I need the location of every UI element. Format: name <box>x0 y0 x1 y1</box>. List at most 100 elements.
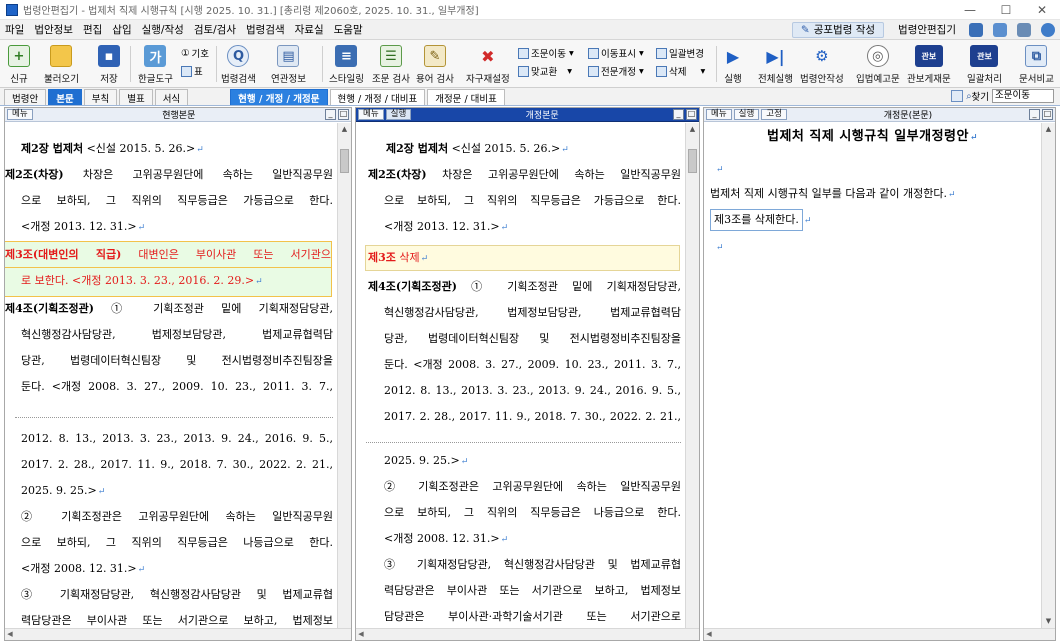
minimize-pane-icon[interactable]: _ <box>673 109 684 120</box>
current-pane-vscroll[interactable]: ▲ <box>337 123 351 628</box>
text-line: 법제처 직제 시행규칙 일부를 다음과 같이 개정한다.↵ <box>710 187 956 200</box>
menu-edit[interactable]: 편집 <box>78 22 107 37</box>
tab-form[interactable]: 서식 <box>154 89 189 105</box>
save-button[interactable]: ▪ 저장 <box>98 45 120 85</box>
user-icon[interactable] <box>993 22 1007 37</box>
revised-pane-vscroll[interactable]: ▲ <box>685 123 699 628</box>
gear-icon[interactable] <box>1017 22 1031 37</box>
selected-text[interactable]: 제3조를 삭제한다. <box>710 209 803 231</box>
revised-pane-hscroll[interactable]: ◀ <box>356 628 699 640</box>
revised-text-body[interactable]: 제2장 법제처 <신설 2015. 5. 26.>↵ 제2조(차장) 차장은 고… <box>356 123 685 628</box>
styling-button[interactable]: ≡ 스타일링 <box>329 45 364 85</box>
run-all-button[interactable]: ▶| 전체실행 <box>758 45 793 86</box>
minimize-pane-icon[interactable]: _ <box>325 109 336 120</box>
scroll-thumb[interactable] <box>688 149 697 173</box>
revised-pane-menu-button[interactable]: 메뉴 <box>358 109 384 120</box>
tab-compare-table[interactable]: 현행 / 개정 / 대비표 <box>329 89 426 105</box>
current-text-body[interactable]: 제2장 법제처 <신설 2015. 5. 26.>↵ 제2조(차장) 차장은 고… <box>5 123 337 628</box>
play-all-icon: ▶| <box>766 46 785 66</box>
swap-icon <box>518 65 529 77</box>
scroll-up-icon[interactable]: ▲ <box>1042 123 1055 136</box>
gazette-button[interactable]: 관보 관보게재문 <box>907 45 951 85</box>
draft-button[interactable]: ⚙ 법령안작성 <box>800 45 844 85</box>
changed-line: 제3조(대변인의 직급) 대변인은 부이사관 또는 서기관으 <box>5 241 332 269</box>
info-icon[interactable] <box>1041 22 1055 37</box>
current-pane-header: 메뉴 현행본문 _ □ <box>5 108 351 122</box>
law-search-button[interactable]: Q 법령검색 <box>221 45 256 85</box>
find-input[interactable]: 조문이동 <box>992 89 1054 103</box>
maximize-button[interactable]: ☐ <box>988 0 1024 20</box>
article-move-button[interactable]: 조문이동 ▾ <box>518 46 574 60</box>
current-text-pane: 메뉴 현행본문 _ □ 제2장 법제처 <신설 2015. 5. 26.>↵ 제… <box>4 107 352 641</box>
dropdown-arrow-icon: ▾ <box>568 47 574 59</box>
window-title: 법령안편집기 - 법제처 직제 시행규칙 [시행 2025. 10. 31.] … <box>23 6 479 17</box>
menu-insert[interactable]: 삽입 <box>107 22 136 37</box>
swap-button[interactable]: 맞교환 ▾ <box>518 64 572 78</box>
tab-compare-revision[interactable]: 현행 / 개정 / 개정문 <box>230 89 328 105</box>
revision-pane-run-button[interactable]: 실행 <box>733 109 760 120</box>
new-button[interactable]: + 신규 <box>8 45 30 85</box>
bulk-change-button[interactable]: 일괄변경 <box>656 46 704 60</box>
menu-help[interactable]: 도움말 <box>329 22 368 37</box>
tab-revision-table[interactable]: 개정문 / 대비표 <box>427 89 505 105</box>
restore-pane-icon[interactable]: □ <box>686 109 697 120</box>
move-mark-button[interactable]: 이동표시 ▾ <box>588 46 644 60</box>
scroll-down-icon[interactable]: ▼ <box>1042 615 1055 628</box>
related-info-button[interactable]: ▤ 연관정보 <box>271 45 306 85</box>
menu-review[interactable]: 검토/검사 <box>189 22 241 37</box>
dropdown-arrow-icon: ▾ <box>638 47 644 59</box>
menu-library[interactable]: 자료실 <box>290 22 329 37</box>
scroll-up-icon[interactable]: ▲ <box>686 123 699 136</box>
revision-pane-vscroll[interactable]: ▲ ▼ <box>1041 123 1055 628</box>
close-button[interactable]: ✕ <box>1024 0 1060 20</box>
hangul-tool-button[interactable]: 가 한글도구 <box>138 45 173 85</box>
full-revision-button[interactable]: 전문개정 ▾ <box>588 64 644 78</box>
revision-pane-fix-button[interactable]: 고정 <box>761 109 787 120</box>
tab-appendix[interactable]: 별표 <box>119 89 153 105</box>
menu-run[interactable]: 실행/작성 <box>137 22 189 37</box>
related-info-icon: ▤ <box>277 45 300 67</box>
revised-pane-run-button[interactable]: 실행 <box>385 109 412 120</box>
text-line: 2025. 9. 25.>↵ <box>21 484 106 497</box>
scroll-thumb[interactable] <box>340 149 349 173</box>
revision-statement-pane: 메뉴 실행 고정 개정문(본문) _ □ 법제처 직제 시행규칙 일부개정령안↵… <box>703 107 1056 641</box>
article-check-button[interactable]: ☰ 조문 검사 <box>372 45 410 85</box>
restore-pane-icon[interactable]: □ <box>338 109 349 120</box>
text-line: 당관, 법령데이터혁신팀장 및 전시법령정비추진팀장을 <box>384 332 681 345</box>
revision-pane-menu-button[interactable]: 메뉴 <box>706 109 732 120</box>
notice-button[interactable]: ◎ 입법예고문 <box>856 45 900 85</box>
menu-file[interactable]: 파일 <box>0 22 29 37</box>
layout-icon[interactable] <box>951 90 964 102</box>
scroll-up-icon[interactable]: ▲ <box>338 123 351 136</box>
text-line: 혁신행정감사담당관, 법제정보담당관, 법제교류협력담 <box>384 306 681 319</box>
symbol-button[interactable]: ① 기호 <box>181 46 209 61</box>
text-line: 제4조(기획조정관) ① 기획조정관 밑에 기획재정담당관, <box>368 280 681 293</box>
doc-compare-button[interactable]: ⧉ 문서비교 <box>1019 45 1054 85</box>
text-line: 제2장 법제처 <신설 2015. 5. 26.>↵ <box>386 142 569 155</box>
paragraph-mark: ↵ <box>716 165 724 175</box>
exit-icon[interactable] <box>969 22 983 37</box>
delete-button[interactable]: 삭제 ▾ <box>656 64 705 78</box>
minimize-button[interactable]: — <box>952 0 988 20</box>
menu-law-info[interactable]: 법안정보 <box>29 22 78 37</box>
text-line: 제2조(차장) 차장은 고위공무원단에 속하는 일반직공무원 <box>368 168 681 181</box>
tab-body[interactable]: 본문 <box>48 89 82 105</box>
auto-number-button[interactable]: ✖ 자구재설정 <box>466 45 510 86</box>
article-move-icon <box>518 47 529 59</box>
run-button[interactable]: ▶ 실행 <box>722 45 744 86</box>
open-button[interactable]: 불러오기 <box>44 45 79 85</box>
menu-law-search[interactable]: 법령검색 <box>241 22 290 37</box>
current-pane-menu-button[interactable]: 메뉴 <box>7 109 33 120</box>
minimize-pane-icon[interactable]: _ <box>1029 109 1040 120</box>
revision-statement-body[interactable]: 법제처 직제 시행규칙 일부개정령안↵ ↵ 법제처 직제 시행규칙 일부를 다음… <box>704 123 1041 628</box>
tab-bill[interactable]: 법령안 <box>4 89 47 105</box>
term-check-button[interactable]: ✎ 용어 검사 <box>416 45 454 85</box>
tab-supplementary[interactable]: 부칙 <box>83 89 118 105</box>
batch-button[interactable]: 관보 일괄처리 <box>967 45 1002 85</box>
text-line: 당관, 법령데이터혁신팀장 및 전시법령정비추진팀장을 <box>21 354 333 367</box>
gongpo-button[interactable]: ✎ 공포법령 작성 <box>791 21 885 38</box>
restore-pane-icon[interactable]: □ <box>1042 109 1053 120</box>
current-pane-hscroll[interactable]: ◀ <box>5 628 351 640</box>
table-button[interactable]: 표 <box>181 64 203 78</box>
revision-pane-hscroll[interactable]: ◀ <box>704 628 1055 640</box>
